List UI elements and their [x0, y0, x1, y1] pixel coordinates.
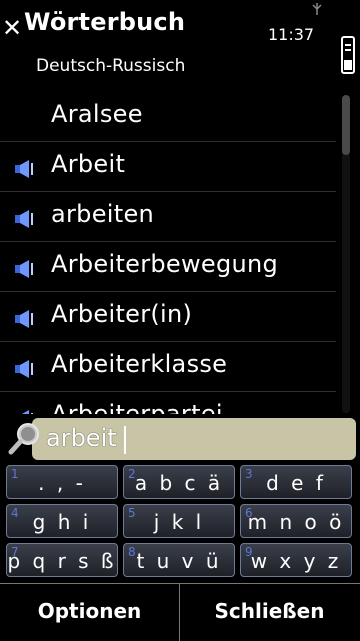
speaker-icon — [15, 160, 33, 178]
battery-icon — [341, 36, 355, 74]
speaker-icon — [15, 360, 33, 378]
close-icon[interactable]: ✕ — [2, 16, 22, 40]
key-letters: j k l — [153, 510, 205, 534]
close-softkey[interactable]: Schließen — [180, 584, 359, 641]
key-letters: w x y z — [250, 549, 342, 573]
key-1[interactable]: 1 . , - — [6, 465, 118, 499]
header: ✕ Wörterbuch Deutsch-Russisch 11:37 — [0, 0, 360, 92]
softkey-bar: Optionen Schließen — [0, 583, 360, 641]
list-item[interactable]: Aralsee — [0, 92, 336, 142]
list-item[interactable]: Arbeiterbewegung — [0, 242, 336, 292]
word-label: Arbeiterbewegung — [51, 250, 279, 278]
list-item[interactable]: Arbeit — [0, 142, 336, 192]
key-8[interactable]: 8 t u v ü — [123, 543, 235, 577]
key-letters: m n o ö — [247, 510, 345, 534]
speaker-icon — [15, 260, 33, 278]
close-label: Schließen — [214, 599, 325, 623]
speaker-icon — [21, 410, 33, 414]
word-label: Arbeiterklasse — [51, 350, 228, 378]
word-label: Aralsee — [51, 100, 143, 128]
status-time: 11:37 — [268, 25, 315, 44]
signal-icon — [312, 3, 322, 15]
word-list: Aralsee Arbeit arbeiten Arbeiterbewegung — [0, 92, 336, 414]
list-item[interactable]: Arbeiterpartei — [0, 392, 336, 414]
key-letters: t u v ü — [136, 549, 222, 573]
dictionary-language: Deutsch-Russisch — [36, 56, 186, 76]
list-scrollbar[interactable] — [342, 95, 350, 413]
key-9[interactable]: 9 w x y z — [240, 543, 352, 577]
list-item[interactable]: arbeiten — [0, 192, 336, 242]
word-label: Arbeiter(in) — [51, 300, 193, 328]
scroll-thumb[interactable] — [342, 95, 350, 155]
speaker-icon — [15, 210, 33, 228]
list-item[interactable]: Arbeiterklasse — [0, 342, 336, 392]
options-label: Optionen — [37, 599, 142, 623]
word-label: Arbeit — [51, 150, 126, 178]
speaker-icon — [15, 310, 33, 328]
key-letters: . , - — [38, 471, 86, 495]
key-letters: d e f — [266, 471, 326, 495]
list-item[interactable]: Arbeiter(in) — [0, 292, 336, 342]
key-6[interactable]: 6 m n o ö — [240, 504, 352, 538]
key-3[interactable]: 3 d e f — [240, 465, 352, 499]
key-letters: p q r s ß — [7, 549, 117, 573]
search-input[interactable]: arbeit — [46, 424, 117, 452]
word-label: arbeiten — [51, 200, 155, 228]
key-letters: g h i — [32, 510, 92, 534]
key-4[interactable]: 4 g h i — [6, 504, 118, 538]
text-caret — [124, 426, 126, 454]
key-5[interactable]: 5 j k l — [123, 504, 235, 538]
key-2[interactable]: 2 a b c ä — [123, 465, 235, 499]
options-softkey[interactable]: Optionen — [0, 584, 180, 641]
key-7[interactable]: 7 p q r s ß — [6, 543, 118, 577]
word-label: Arbeiterpartei — [51, 400, 223, 414]
t9-keypad: 1 . , - 2 a b c ä 3 d e f 4 g h i 5 j k … — [6, 465, 354, 580]
key-letters: a b c ä — [134, 471, 224, 495]
app-title: Wörterbuch — [24, 8, 186, 36]
search-icon — [8, 423, 39, 455]
